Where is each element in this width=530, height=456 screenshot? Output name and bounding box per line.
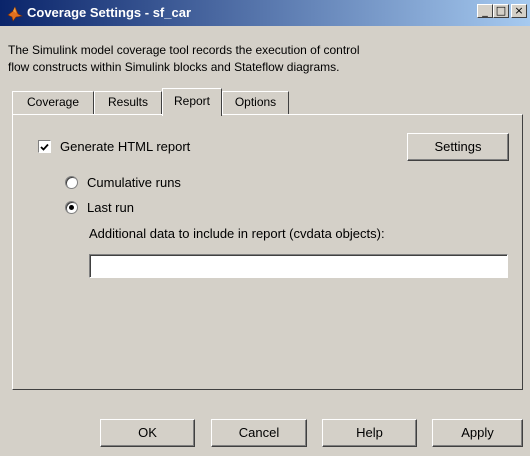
cancel-button[interactable]: Cancel <box>211 419 307 447</box>
ok-button[interactable]: OK <box>100 419 195 447</box>
help-button[interactable]: Help <box>322 419 417 447</box>
tab-options-label: Options <box>234 95 277 109</box>
tab-results[interactable]: Results <box>94 91 162 114</box>
help-button-label: Help <box>356 425 383 440</box>
cumulative-runs-label: Cumulative runs <box>87 175 181 190</box>
maximize-icon: □ <box>495 4 507 17</box>
tab-report-label: Report <box>173 94 211 108</box>
minimize-icon: _ <box>482 4 488 17</box>
coverage-settings-dialog: Coverage Settings - sf_car _ □ × The Sim… <box>0 0 530 456</box>
minimize-button[interactable]: _ <box>477 4 493 18</box>
apply-button-label: Apply <box>461 425 494 440</box>
generate-html-label: Generate HTML report <box>60 139 191 154</box>
cancel-button-label: Cancel <box>238 425 280 440</box>
title-bar[interactable]: Coverage Settings - sf_car _ □ × <box>0 0 530 26</box>
settings-button-label: Settings <box>434 139 482 154</box>
tab-report[interactable]: Report <box>162 88 222 116</box>
tab-coverage[interactable]: Coverage <box>12 91 94 114</box>
additional-data-label: Additional data to include in report (cv… <box>89 226 385 241</box>
ok-button-label: OK <box>138 425 157 440</box>
tab-options[interactable]: Options <box>222 91 289 114</box>
radio-dot-icon <box>69 205 74 210</box>
description-line-2: flow constructs within Simulink blocks a… <box>8 60 340 74</box>
last-run-radio[interactable] <box>65 201 78 214</box>
close-icon: × <box>514 4 524 17</box>
description-text: The Simulink model coverage tool records… <box>8 42 508 76</box>
checkmark-icon <box>40 143 49 151</box>
tab-coverage-label: Coverage <box>26 95 80 109</box>
apply-button[interactable]: Apply <box>432 419 523 447</box>
maximize-button[interactable]: □ <box>493 4 509 18</box>
description-line-1: The Simulink model coverage tool records… <box>8 43 360 57</box>
settings-button[interactable]: Settings <box>407 133 509 161</box>
generate-html-checkbox[interactable] <box>38 140 51 153</box>
cumulative-runs-radio[interactable] <box>65 176 78 189</box>
simulink-logo-icon <box>7 6 23 22</box>
last-run-label: Last run <box>87 200 134 215</box>
close-button[interactable]: × <box>511 4 527 18</box>
tab-results-label: Results <box>107 95 148 109</box>
window-title: Coverage Settings - sf_car <box>27 5 192 20</box>
additional-data-input[interactable] <box>89 254 508 278</box>
